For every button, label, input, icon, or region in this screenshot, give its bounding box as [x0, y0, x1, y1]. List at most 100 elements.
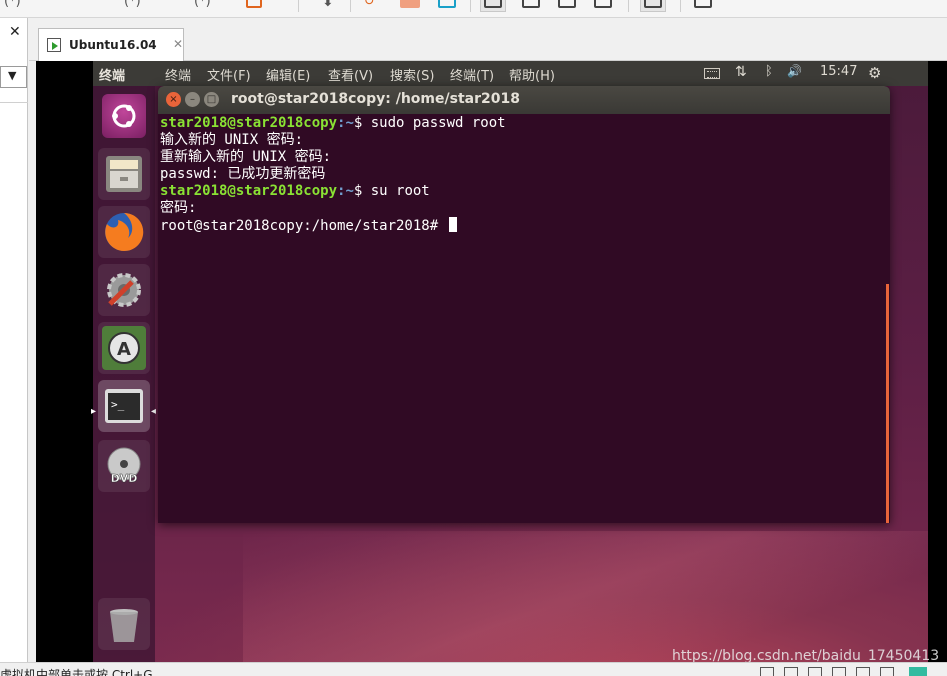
- library-icon[interactable]: [694, 0, 712, 8]
- network-icon[interactable]: ⇅: [735, 64, 747, 80]
- menu-terminal[interactable]: 终端(T): [450, 65, 494, 84]
- toolbar-separator: [470, 0, 471, 12]
- network-adapter-icon[interactable]: [832, 667, 846, 676]
- tab-ubuntu[interactable]: Ubuntu16.04 ✕: [38, 28, 184, 61]
- command-text: $ sudo passwd root: [353, 115, 506, 131]
- hard-disk-icon[interactable]: [760, 667, 774, 676]
- svg-text:A: A: [117, 339, 131, 360]
- cdrom-icon[interactable]: [784, 667, 798, 676]
- revert-snapshot-icon[interactable]: [400, 0, 420, 8]
- system-settings-icon[interactable]: ⚙: [868, 64, 881, 82]
- active-app-name: 终端: [99, 69, 126, 84]
- text-cursor: [448, 217, 457, 232]
- terminal-line: 重新输入新的 UNIX 密码:: [160, 149, 332, 165]
- send-keys-icon[interactable]: ⬇: [322, 0, 334, 10]
- sound-icon[interactable]: [856, 667, 870, 676]
- status-message: 虚拟机中部单击或按 Ctrl+G: [0, 668, 153, 676]
- library-panel: ✕ ▼: [0, 18, 28, 662]
- close-button[interactable]: ×: [166, 92, 181, 107]
- unity-launcher: A ▸ >_ ◂ DVD: [91, 86, 157, 662]
- minimize-button[interactable]: –: [185, 92, 200, 107]
- terminal-line: star2018@star2018copy:~$ su root: [160, 183, 884, 200]
- toolbar-separator: [680, 0, 681, 12]
- close-library-icon[interactable]: ✕: [9, 24, 21, 40]
- menu-edit[interactable]: 编辑(E): [266, 65, 310, 84]
- tab-label: Ubuntu16.04: [69, 38, 157, 52]
- launcher-terminal[interactable]: >_: [98, 380, 150, 432]
- vm-message-icon[interactable]: [909, 667, 927, 676]
- normal-view-icon[interactable]: [484, 0, 502, 8]
- focused-app-pip: ◂: [151, 406, 157, 417]
- vmware-status-bar: 虚拟机中部单击或按 Ctrl+G: [0, 662, 947, 676]
- terminal-window[interactable]: × – □ root@star2018copy: /home/star2018 …: [158, 86, 890, 523]
- prompt-path: :~: [337, 183, 354, 199]
- fullscreen-icon[interactable]: [522, 0, 540, 8]
- toolbar-separator: [298, 0, 299, 12]
- menu-file[interactable]: 文件(F): [207, 65, 251, 84]
- launcher-system-settings[interactable]: [98, 264, 150, 316]
- terminal-line: root@star2018copy:/home/star2018#: [160, 217, 884, 234]
- toolbar-item[interactable]: (*): [124, 0, 141, 10]
- vmware-toolbar: (*) (*) (*) ⬇ ↺: [0, 0, 947, 18]
- terminal-titlebar[interactable]: × – □ root@star2018copy: /home/star2018: [158, 86, 890, 114]
- toolbar-item[interactable]: (*): [4, 0, 21, 10]
- files-icon: [102, 152, 146, 196]
- launcher-software-updater[interactable]: A: [98, 322, 150, 374]
- bluetooth-icon[interactable]: ᛒ: [765, 64, 773, 79]
- window-title: root@star2018copy: /home/star2018: [231, 91, 520, 107]
- snapshot-manager-icon[interactable]: [438, 0, 456, 8]
- root-prompt: root@star2018copy:/home/star2018#: [160, 218, 447, 234]
- console-view-icon[interactable]: [594, 0, 612, 8]
- stretch-icon[interactable]: [644, 0, 662, 8]
- menu-view[interactable]: 查看(V): [328, 65, 373, 84]
- dvd-icon: DVD: [102, 444, 146, 488]
- command-text: $ su root: [353, 183, 430, 199]
- divider: [0, 102, 28, 103]
- maximize-button[interactable]: □: [204, 92, 219, 107]
- system-settings-icon: [102, 268, 146, 312]
- trash-icon: [102, 602, 146, 646]
- toolbar-separator: [628, 0, 629, 12]
- terminal-line: 输入新的 UNIX 密码:: [160, 132, 304, 148]
- toolbar-separator: [350, 0, 351, 12]
- vm-tab-strip: Ubuntu16.04 ✕: [29, 18, 947, 61]
- terminal-line: 密码:: [160, 200, 197, 216]
- launcher-files[interactable]: [98, 148, 150, 200]
- unity-icon[interactable]: [558, 0, 576, 8]
- keyboard-icon[interactable]: [704, 68, 720, 79]
- toolbar-item[interactable]: (*): [194, 0, 211, 10]
- terminal-line: passwd: 已成功更新密码: [160, 166, 326, 182]
- usb-icon[interactable]: [808, 667, 822, 676]
- svg-text:>_: >_: [111, 398, 125, 411]
- menu-help[interactable]: 帮助(H): [509, 65, 555, 84]
- menu-item[interactable]: 终端: [165, 65, 191, 84]
- ubuntu-dash-icon: [102, 94, 146, 138]
- launcher-trash[interactable]: [98, 598, 150, 650]
- chevron-down-icon: ▼: [8, 69, 17, 82]
- firefox-icon: [102, 210, 146, 254]
- svg-text:DVD: DVD: [111, 472, 138, 485]
- prompt-user: star2018@star2018copy: [160, 183, 338, 199]
- prompt-user: star2018@star2018copy: [160, 115, 338, 131]
- terminal-icon: >_: [102, 384, 146, 428]
- volume-icon[interactable]: 🔊: [787, 64, 802, 78]
- scrollbar-thumb[interactable]: [886, 284, 889, 523]
- library-dropdown[interactable]: ▼: [0, 66, 27, 88]
- menu-search[interactable]: 搜索(S): [390, 65, 434, 84]
- terminal-output[interactable]: star2018@star2018copy:~$ sudo passwd roo…: [160, 114, 884, 523]
- tab-close-icon[interactable]: ✕: [173, 37, 183, 51]
- pause-icon[interactable]: [246, 0, 262, 8]
- launcher-firefox[interactable]: [98, 206, 150, 258]
- launcher-dash[interactable]: [98, 90, 150, 142]
- active-app-pip: ▸: [91, 406, 97, 417]
- prompt-path: :~: [337, 115, 354, 131]
- snapshot-icon[interactable]: ↺: [364, 0, 375, 10]
- display-icon[interactable]: [880, 667, 894, 676]
- launcher-dvd[interactable]: DVD: [98, 440, 150, 492]
- terminal-line: star2018@star2018copy:~$ sudo passwd roo…: [160, 115, 884, 132]
- clock[interactable]: 15:47: [820, 64, 857, 79]
- ubuntu-top-panel: 终端 终端 文件(F) 编辑(E) 查看(V) 搜索(S) 终端(T) 帮助(H…: [93, 61, 928, 86]
- vm-running-icon: [47, 38, 61, 52]
- software-updater-icon: A: [102, 326, 146, 370]
- screen: (*) (*) (*) ⬇ ↺ ✕ ▼ Ubuntu16.04 ✕ 终端 终端 …: [0, 0, 947, 676]
